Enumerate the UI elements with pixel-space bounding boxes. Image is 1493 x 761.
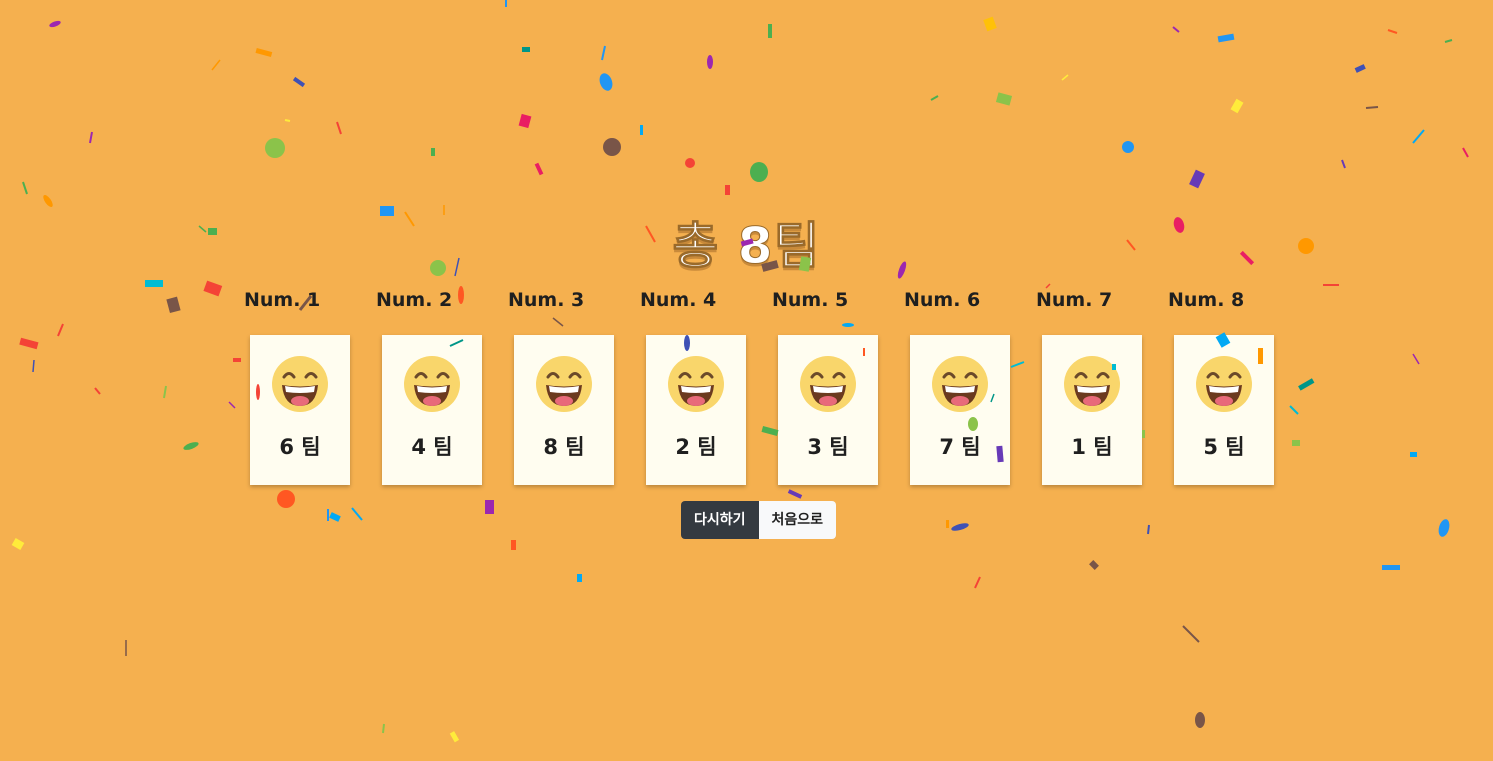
grinning-face-icon bbox=[668, 356, 724, 412]
card-column-2: Num. 2 4 팀 bbox=[376, 288, 486, 485]
grinning-face-icon bbox=[404, 356, 460, 412]
team-card[interactable]: 8 팀 bbox=[514, 335, 614, 485]
card-column-6: Num. 6 7 팀 bbox=[904, 288, 1014, 485]
team-result: 4 팀 bbox=[411, 435, 453, 459]
team-card[interactable]: 1 팀 bbox=[1042, 335, 1142, 485]
grinning-face-icon bbox=[272, 356, 328, 412]
card-number-label: Num. 5 bbox=[772, 289, 849, 311]
grinning-face-icon bbox=[1064, 356, 1120, 412]
team-card[interactable]: 3 팀 bbox=[778, 335, 878, 485]
card-number-label: Num. 1 bbox=[244, 289, 321, 311]
card-column-4: Num. 4 2 팀 bbox=[640, 288, 750, 485]
retry-button[interactable]: 다시하기 bbox=[681, 501, 759, 539]
team-result: 6 팀 bbox=[279, 435, 321, 459]
card-number-label: Num. 3 bbox=[508, 289, 585, 311]
card-number-label: Num. 8 bbox=[1168, 289, 1245, 311]
grinning-face-icon bbox=[932, 356, 988, 412]
card-column-8: Num. 8 5 팀 bbox=[1168, 288, 1278, 485]
page-title: 총 8팀 bbox=[672, 217, 821, 276]
team-card[interactable]: 4 팀 bbox=[382, 335, 482, 485]
team-card[interactable]: 6 팀 bbox=[250, 335, 350, 485]
card-column-1: Num. 1 6 팀 bbox=[244, 288, 354, 485]
grinning-face-icon bbox=[800, 356, 856, 412]
grinning-face-icon bbox=[1196, 356, 1252, 412]
team-card[interactable]: 5 팀 bbox=[1174, 335, 1274, 485]
team-result: 2 팀 bbox=[675, 435, 717, 459]
grinning-face-icon bbox=[536, 356, 592, 412]
card-number-label: Num. 4 bbox=[640, 289, 717, 311]
action-buttons: 다시하기 처음으로 bbox=[681, 501, 837, 539]
card-number-label: Num. 6 bbox=[904, 289, 981, 311]
team-card[interactable]: 2 팀 bbox=[646, 335, 746, 485]
team-result: 5 팀 bbox=[1203, 435, 1245, 459]
home-button[interactable]: 처음으로 bbox=[758, 501, 837, 539]
card-column-5: Num. 5 3 팀 bbox=[772, 288, 882, 485]
team-result: 3 팀 bbox=[807, 435, 849, 459]
team-result: 7 팀 bbox=[939, 435, 981, 459]
card-column-3: Num. 3 8 팀 bbox=[508, 288, 618, 485]
team-result: 8 팀 bbox=[543, 435, 585, 459]
card-number-label: Num. 7 bbox=[1036, 289, 1113, 311]
team-card[interactable]: 7 팀 bbox=[910, 335, 1010, 485]
card-column-7: Num. 7 1 팀 bbox=[1036, 288, 1146, 485]
team-result: 1 팀 bbox=[1071, 435, 1113, 459]
card-number-label: Num. 2 bbox=[376, 289, 453, 311]
